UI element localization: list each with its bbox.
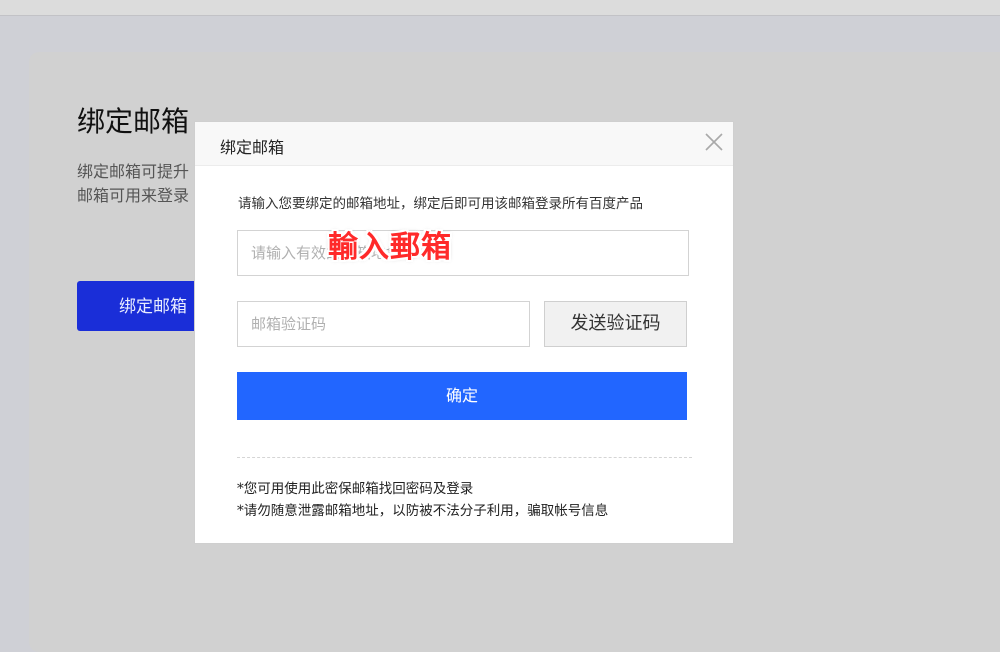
note-line-2: *请勿随意泄露邮箱地址，以防被不法分子利用，骗取帐号信息 bbox=[237, 503, 609, 519]
divider bbox=[237, 457, 692, 458]
dialog-header: 绑定邮箱 bbox=[195, 122, 733, 166]
description-line-2: 邮箱可用来登录 bbox=[77, 186, 190, 205]
page-title: 绑定邮箱 bbox=[77, 105, 190, 138]
confirm-button[interactable]: 确定 bbox=[237, 372, 687, 420]
dialog-title: 绑定邮箱 bbox=[220, 138, 285, 157]
page-description: 绑定邮箱可提升 邮箱可用来登录 bbox=[77, 160, 197, 208]
email-input[interactable] bbox=[237, 230, 689, 276]
verification-code-input[interactable] bbox=[237, 301, 530, 347]
close-icon[interactable] bbox=[703, 131, 725, 153]
dialog-notes: *您可用使用此密保邮箱找回密码及登录 *请勿随意泄露邮箱地址，以防被不法分子利用… bbox=[237, 478, 608, 522]
bind-email-button[interactable]: 绑定邮箱 bbox=[77, 281, 197, 331]
browser-top-bar bbox=[0, 0, 1000, 16]
annotation-label: 輸入郵箱 bbox=[328, 230, 452, 265]
dialog-hint: 请输入您要绑定的邮箱地址，绑定后即可用该邮箱登录所有百度产品 bbox=[238, 196, 643, 212]
description-line-1: 绑定邮箱可提升 bbox=[77, 162, 190, 181]
note-line-1: *您可用使用此密保邮箱找回密码及登录 bbox=[237, 481, 474, 497]
bind-email-dialog: 绑定邮箱 请输入您要绑定的邮箱地址，绑定后即可用该邮箱登录所有百度产品 发送验证… bbox=[194, 121, 734, 544]
send-code-button[interactable]: 发送验证码 bbox=[544, 301, 687, 347]
